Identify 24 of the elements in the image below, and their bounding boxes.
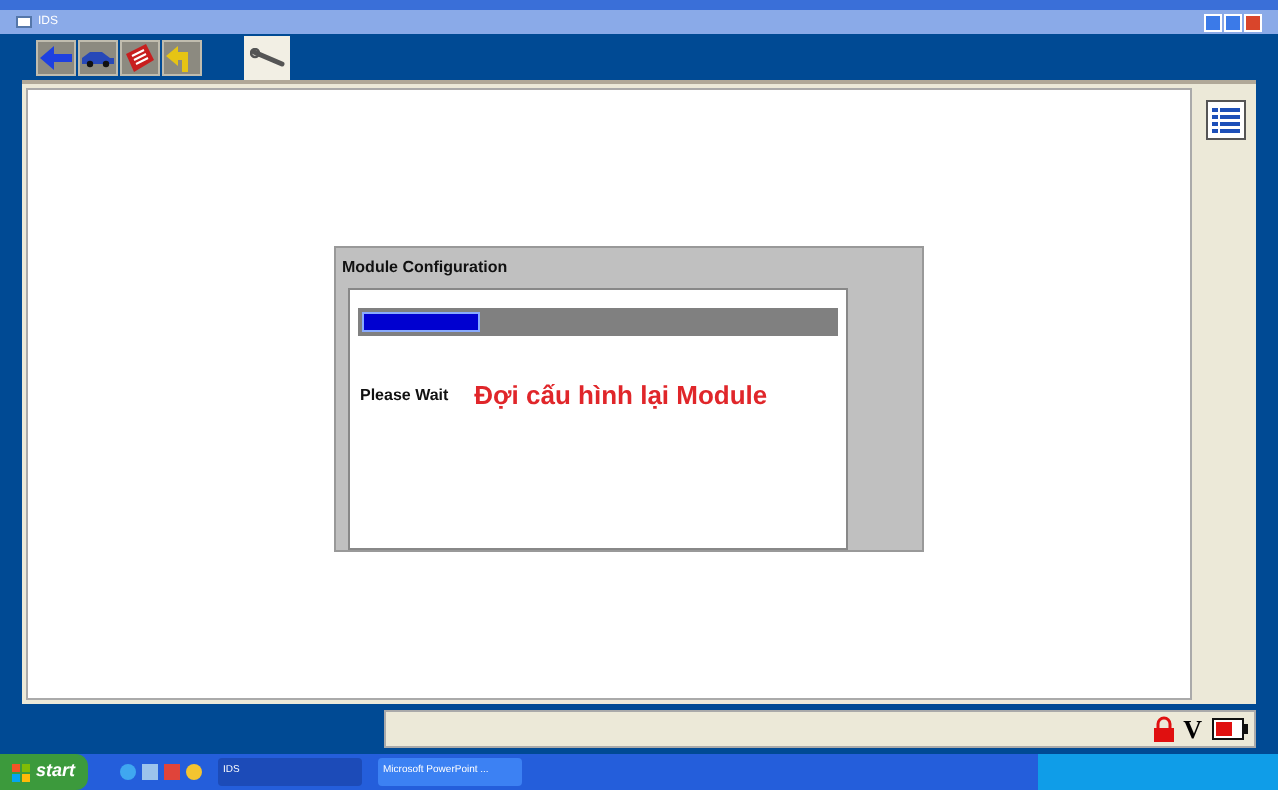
battery-icon: [1212, 718, 1248, 740]
browser-icon[interactable]: [119, 764, 136, 780]
close-button[interactable]: [1244, 13, 1262, 31]
restore-button[interactable]: [1224, 13, 1242, 31]
minimize-button[interactable]: [1204, 13, 1222, 31]
smiley-icon[interactable]: [185, 764, 202, 780]
wrench-icon: [249, 48, 285, 68]
status-message: Please Wait: [360, 383, 449, 408]
toolbar-tab[interactable]: [120, 40, 160, 76]
list-icon: [1212, 106, 1240, 134]
left-arrow-icon: [40, 46, 72, 70]
toolbar-tab[interactable]: [78, 40, 118, 76]
dialog-title: Module Configuration: [340, 256, 510, 280]
list-button[interactable]: [1206, 100, 1246, 140]
toolbar-tab[interactable]: [244, 36, 290, 80]
annotation-text: Đợi cấu hình lại Module: [474, 378, 768, 414]
padlock-icon: [1153, 716, 1174, 742]
window-icon: [16, 16, 32, 28]
car-icon: [80, 48, 116, 68]
document-icon[interactable]: [141, 764, 158, 780]
toolbox-icon: [122, 42, 158, 74]
start-button[interactable]: start: [0, 754, 88, 790]
windows-logo-icon: [12, 763, 30, 781]
voltage-label: V: [1183, 716, 1202, 742]
